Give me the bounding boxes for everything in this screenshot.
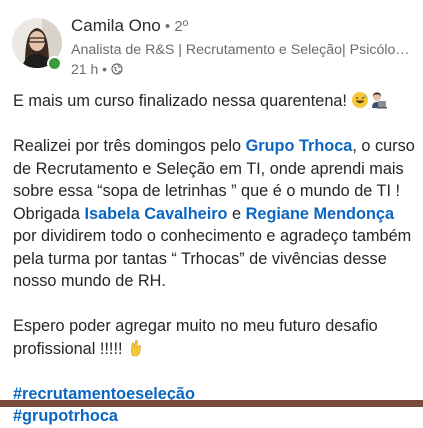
hashtag-grupotrhoca[interactable]: #grupotrhoca: [13, 405, 415, 428]
post-paragraph-3: Espero poder agregar muito no meu futuro…: [13, 317, 378, 358]
globe-icon: [111, 63, 123, 75]
author-avatar[interactable]: [12, 18, 62, 71]
mention-regiane-mendonca[interactable]: Regiane Mendonça: [246, 205, 394, 223]
author-name[interactable]: Camila Ono: [71, 16, 161, 35]
mention-grupo-trhoca[interactable]: Grupo Trhoca: [246, 137, 353, 155]
image-strip-edge: [0, 400, 423, 407]
post-time: 21 h •: [71, 61, 108, 77]
grinning-sweat-emoji: [352, 92, 369, 108]
post-line-1: E mais um curso finalizado nessa quarent…: [13, 90, 415, 113]
post-meta: 21 h •: [71, 60, 123, 78]
post-paragraph-2: Realizei por três domingos pelo Grupo Tr…: [13, 137, 415, 290]
crossed-fingers-emoji: [131, 339, 141, 356]
online-status-dot: [47, 56, 62, 71]
author-name-row: Camila Ono • 2º: [71, 15, 188, 38]
author-headline: Analista de R&S | Recrutamento e Seleção…: [71, 42, 415, 58]
linkedin-post: Camila Ono • 2º Analista de R&S | Recrut…: [0, 0, 423, 425]
technologist-emoji: [372, 92, 388, 109]
mention-isabela-cavalheiro[interactable]: Isabela Cavalheiro: [85, 205, 228, 223]
connection-degree: • 2º: [160, 18, 189, 35]
post-body: E mais um curso finalizado nessa quarent…: [13, 90, 415, 428]
